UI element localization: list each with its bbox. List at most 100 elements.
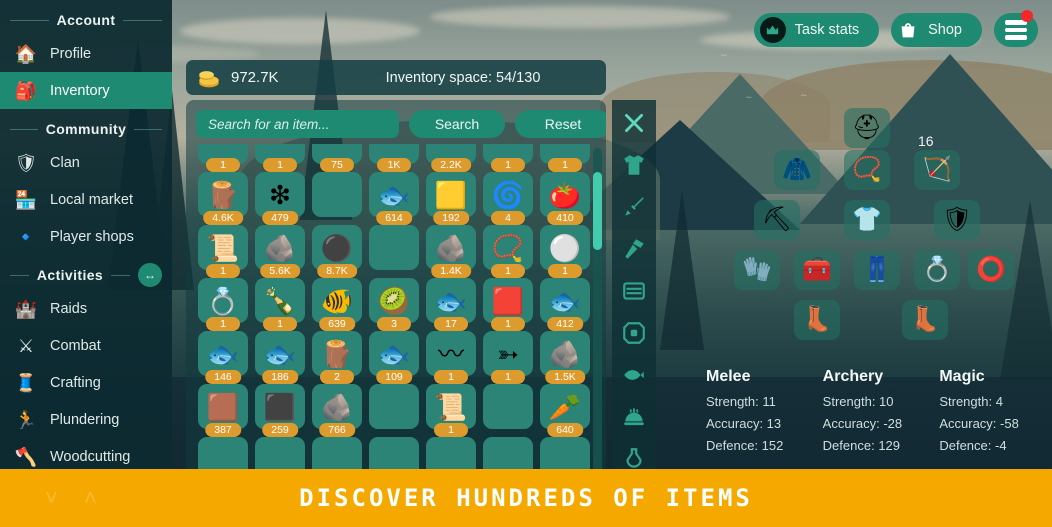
inventory-slot[interactable]: ➳ 1	[483, 331, 533, 384]
weapon-slot[interactable]: ⛏	[754, 200, 800, 240]
crossed-swords-icon: ⚔	[17, 335, 35, 356]
stat-title: Magic	[939, 368, 985, 385]
search-button[interactable]: Search	[409, 110, 505, 138]
tool-belt-slot[interactable]: 🧰	[794, 250, 840, 290]
inventory-slot-empty[interactable]: 2.2K	[426, 144, 476, 172]
scrollbar-thumb[interactable]	[593, 172, 602, 250]
item-quantity-badge: 1	[491, 370, 525, 384]
helmet-slot[interactable]: ⛑	[844, 108, 890, 148]
inventory-slot[interactable]: 📜 1	[426, 384, 476, 437]
sidebar-item-label: Clan	[50, 154, 80, 171]
ring-slot[interactable]: 💍	[914, 250, 960, 290]
inventory-slot-empty[interactable]: 1	[483, 144, 533, 172]
reset-button[interactable]: Reset	[515, 110, 606, 138]
inventory-slot-empty[interactable]	[369, 225, 419, 270]
inventory-slot[interactable]: ❇ 479	[255, 172, 305, 225]
inventory-slot[interactable]: ⚪ 1	[540, 225, 590, 278]
inventory-scrollbar[interactable]	[593, 148, 602, 523]
body-slot[interactable]: 👕	[844, 200, 890, 240]
inventory-slot[interactable]: 🍅 410	[540, 172, 590, 225]
inventory-slot-empty[interactable]: 1	[198, 144, 248, 172]
inventory-slot[interactable]: 〰 1	[426, 331, 476, 384]
inventory-slot-empty[interactable]: 75	[312, 144, 362, 172]
inventory-slot[interactable]: ⚫ 8.7K	[312, 225, 362, 278]
task-stats-button[interactable]: Task stats	[753, 13, 880, 47]
inventory-slot[interactable]: 📜 1	[198, 225, 248, 278]
pickaxe-scroll-icon: 📜	[434, 391, 468, 422]
inventory-slot[interactable]: 🟨 192	[426, 172, 476, 225]
item-quantity-badge: 259	[262, 423, 298, 437]
legs-slot[interactable]: 👖	[854, 250, 900, 290]
sidebar-item-plundering[interactable]: 🏃 Plundering	[0, 401, 172, 438]
sidebar-item-crafting[interactable]: 🧵 Crafting	[0, 364, 172, 401]
inventory-slot[interactable]: ⬛ 259	[255, 384, 305, 437]
search-input[interactable]	[196, 110, 399, 138]
inventory-slot-empty[interactable]	[483, 384, 533, 429]
inventory-slot[interactable]: 🪨 1.5K	[540, 331, 590, 384]
inventory-slot[interactable]: 🥝 3	[369, 278, 419, 331]
inventory-slot[interactable]: 🐠 639	[312, 278, 362, 331]
coin-amount: 972.7K	[231, 69, 279, 86]
item-quantity-badge: 1	[548, 158, 582, 172]
inventory-slot[interactable]: 🐟 614	[369, 172, 419, 225]
inventory-slot-empty[interactable]: 1K	[369, 144, 419, 172]
inventory-slot-empty[interactable]: 1	[255, 144, 305, 172]
stat-strength: Strength: 4	[939, 394, 1003, 409]
inventory-slot[interactable]: 🟥 1	[483, 278, 533, 331]
inventory-slot[interactable]: 🪨 5.6K	[255, 225, 305, 278]
gloves-slot[interactable]: 🧤	[734, 250, 780, 290]
armor-shirt-icon[interactable]	[617, 148, 651, 182]
hamburger-menu-icon[interactable]	[994, 10, 1038, 47]
inventory-slot[interactable]: 🌀 4	[483, 172, 533, 225]
inventory-slot[interactable]: 🐟 186	[255, 331, 305, 384]
sword-icon[interactable]	[617, 190, 651, 224]
cape-slot[interactable]: 🧥	[774, 150, 820, 190]
inventory-slot[interactable]: 🪵 2	[312, 331, 362, 384]
ring-icon: ⚪	[548, 232, 582, 263]
inventory-slot-empty[interactable]: 1	[540, 144, 590, 172]
coin-display: 972.7K	[186, 67, 346, 89]
inventory-slot-empty[interactable]	[312, 172, 362, 217]
sidebar-item-clan[interactable]: 🛡 Clan	[0, 144, 172, 181]
sidebar-item-player-shops[interactable]: 🔹 Player shops	[0, 218, 172, 255]
sidebar-item-profile[interactable]: 🏠 Profile	[0, 35, 172, 72]
inventory-slot[interactable]: 🐟 412	[540, 278, 590, 331]
item-quantity-badge: 1	[206, 317, 240, 331]
inventory-slot[interactable]: 🐟 146	[198, 331, 248, 384]
inventory-slot[interactable]: 🟫 387	[198, 384, 248, 437]
inventory-slot-empty[interactable]	[369, 384, 419, 429]
item-quantity-badge: 1	[263, 158, 297, 172]
inventory-slot[interactable]: 📿 1	[483, 225, 533, 278]
gloves-icon: 🧤	[742, 256, 772, 283]
shop-button[interactable]: Shop	[891, 13, 982, 47]
shield-slot[interactable]: 🛡	[934, 200, 980, 240]
amulet-icon: 📿	[852, 156, 882, 183]
amulet-slot[interactable]: 📿	[844, 150, 890, 190]
inventory-slot[interactable]: 🥕 640	[540, 384, 590, 437]
item-quantity-badge: 1	[263, 317, 297, 331]
fish-icon[interactable]	[617, 358, 651, 392]
inventory-slot[interactable]: 🪨 1.4K	[426, 225, 476, 278]
sidebar-item-combat[interactable]: ⚔ Combat	[0, 327, 172, 364]
sidebar-item-inventory[interactable]: 🎒 Inventory	[0, 72, 172, 109]
bracelet-slot[interactable]: ⭕	[968, 250, 1014, 290]
inventory-slot[interactable]: 💍 1	[198, 278, 248, 331]
left-right-arrows-icon[interactable]: ↔	[138, 263, 162, 287]
hammer-icon[interactable]	[617, 232, 651, 266]
gem-icon[interactable]	[617, 316, 651, 350]
boots-slot[interactable]: 👢	[794, 300, 840, 340]
ammo-slot[interactable]: 16 🏹	[914, 133, 960, 190]
boots-slot-2[interactable]: 👢	[902, 300, 948, 340]
inventory-slot[interactable]: 🐟 109	[369, 331, 419, 384]
close-icon[interactable]	[617, 106, 651, 140]
logs-icon[interactable]	[617, 274, 651, 308]
sidebar-item-raids[interactable]: 🏰 Raids	[0, 290, 172, 327]
inventory-slot[interactable]: 🪵 4.6K	[198, 172, 248, 225]
market-stall-icon: 🏪	[14, 189, 38, 210]
inventory-slot[interactable]: 🪨 766	[312, 384, 362, 437]
inventory-slot[interactable]: 🍾 1	[255, 278, 305, 331]
inventory-slot[interactable]: 🐟 17	[426, 278, 476, 331]
cooked-food-icon[interactable]	[617, 400, 651, 434]
stat-accuracy: Accuracy: -58	[939, 416, 1019, 431]
sidebar-item-local-market[interactable]: 🏪 Local market	[0, 181, 172, 218]
